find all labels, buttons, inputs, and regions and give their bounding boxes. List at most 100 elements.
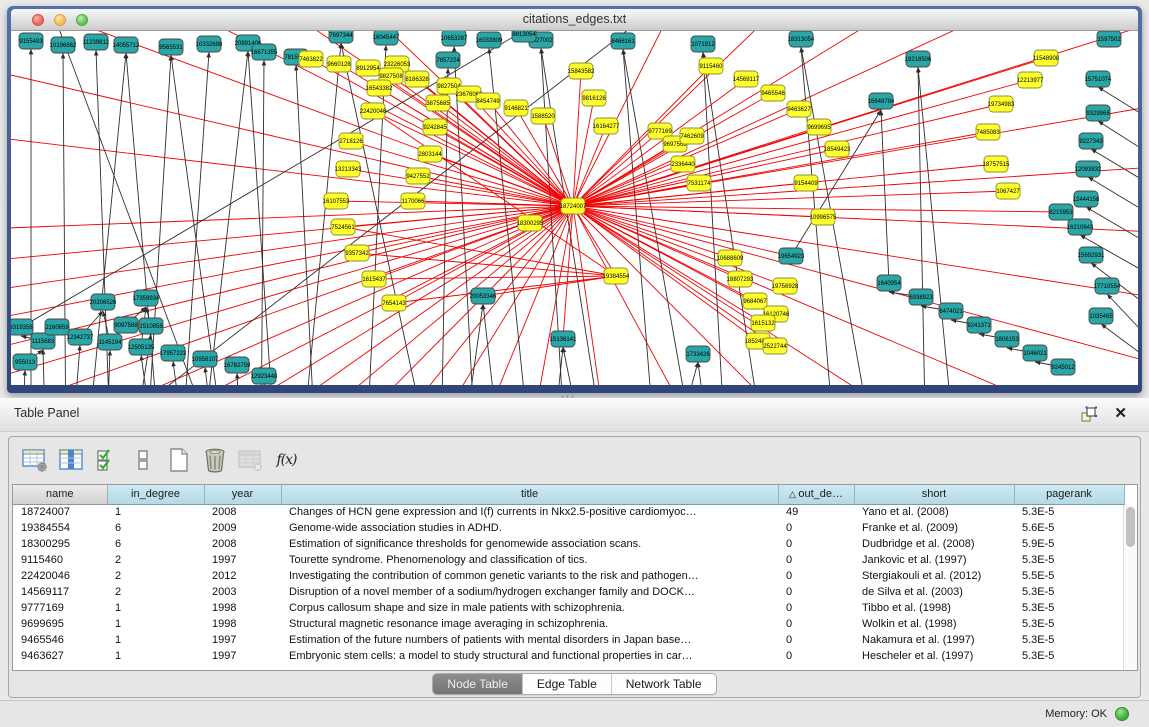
graph-node[interactable]: 9242845 <box>423 119 447 135</box>
graph-node[interactable]: 20053346 <box>470 288 497 304</box>
graph-node[interactable]: 16033809 <box>476 32 503 48</box>
graph-node[interactable]: 16164277 <box>593 118 620 134</box>
graph-node[interactable]: 9097588 <box>114 317 138 333</box>
graph-node[interactable]: 1640954 <box>877 275 901 291</box>
graph-node[interactable]: 17359934 <box>133 290 160 306</box>
graph-node[interactable]: 7462609 <box>680 128 704 144</box>
graph-node[interactable]: 18724007 <box>560 198 587 214</box>
network-canvas[interactable]: 1405571220891406166713557815526106532871… <box>11 31 1138 385</box>
close-panel-icon[interactable]: ✕ <box>1114 404 1127 422</box>
graph-node[interactable]: 7524561 <box>331 219 355 235</box>
graph-node[interactable]: 12923448 <box>251 368 278 384</box>
graph-node[interactable]: 1615437 <box>362 271 386 287</box>
graph-node[interactable]: 9146821 <box>504 100 528 116</box>
graph-node[interactable]: 1615132 <box>751 315 775 331</box>
graph-node[interactable]: 9427552 <box>406 168 430 184</box>
delete-entry-icon[interactable] <box>201 447 228 473</box>
graph-node[interactable]: 7485083 <box>976 124 1000 140</box>
graph-node[interactable]: 1170066 <box>401 193 425 209</box>
graph-node[interactable]: 9465546 <box>761 85 785 101</box>
graph-node[interactable]: 13213343 <box>335 161 362 177</box>
graph-node[interactable]: 14055712 <box>113 37 140 53</box>
graph-node[interactable]: 18300295 <box>517 215 544 231</box>
graph-node[interactable]: 19384554 <box>603 268 630 284</box>
graph-node[interactable]: 19734983 <box>988 96 1015 112</box>
graph-node[interactable]: 9245012 <box>1051 359 1075 375</box>
graph-node[interactable]: 9699695 <box>807 119 831 135</box>
graph-node[interactable]: 10332698 <box>196 36 223 52</box>
column-header-title[interactable]: title <box>281 485 778 504</box>
float-window-icon[interactable] <box>1080 406 1097 423</box>
graph-node[interactable]: 16107553 <box>323 193 350 209</box>
graph-node[interactable]: 18807293 <box>727 271 754 287</box>
graph-node[interactable]: 15843582 <box>568 63 595 79</box>
scrollbar-thumb[interactable] <box>1126 507 1135 547</box>
graph-node[interactable]: 10688609 <box>717 250 744 266</box>
graph-node[interactable]: 20206526 <box>90 294 117 310</box>
tab-network-table[interactable]: Network Table <box>612 674 716 694</box>
column-header-short[interactable]: short <box>854 485 1014 504</box>
graph-node[interactable]: 6474021 <box>939 303 963 319</box>
graph-node[interactable]: 1071912 <box>691 36 715 52</box>
zoom-traffic-light-icon[interactable] <box>76 14 88 26</box>
table-row[interactable]: 1456911722003Disruption of a novel membe… <box>13 584 1124 600</box>
graph-node[interactable]: 2522744 <box>763 338 787 354</box>
column-header-name[interactable]: name <box>13 485 107 504</box>
graph-node[interactable]: 12342737 <box>67 329 94 345</box>
column-header-out_de[interactable]: △ out_de… <box>778 485 854 504</box>
table-settings-icon[interactable] <box>21 447 48 473</box>
table-row[interactable]: 969969511998Structural magnetic resonanc… <box>13 616 1124 632</box>
graph-node[interactable]: 7857224 <box>436 52 460 68</box>
graph-node[interactable]: 9241371 <box>967 317 991 333</box>
graph-node[interactable]: 16782759 <box>224 357 251 373</box>
graph-node[interactable]: 19218506 <box>905 51 932 67</box>
graph-node[interactable]: 19756928 <box>772 278 799 294</box>
graph-node[interactable]: 16045447 <box>373 31 400 45</box>
table-row[interactable]: 1830029562008Estimation of significance … <box>13 536 1124 552</box>
graph-node[interactable]: 18313054 <box>788 31 815 47</box>
table-row[interactable]: 1872400712008Changes of HCN gene express… <box>13 504 1124 520</box>
clear-selection-icon[interactable] <box>129 447 156 473</box>
graph-node[interactable]: 12213977 <box>1017 72 1044 88</box>
graph-node[interactable]: 9684067 <box>743 293 767 309</box>
graph-node[interactable]: 9154409 <box>794 175 818 191</box>
graph-node[interactable]: 19654923 <box>778 248 805 264</box>
graph-node[interactable]: 8813054 <box>512 31 536 42</box>
graph-node[interactable]: 8186328 <box>405 71 429 87</box>
graph-node[interactable]: 1806153 <box>995 331 1019 347</box>
graph-node[interactable]: 17957223 <box>160 345 187 361</box>
graph-node[interactable]: 12093832 <box>1075 161 1102 177</box>
graph-node[interactable]: 15751074 <box>1085 71 1112 87</box>
graph-node[interactable]: 9155493 <box>19 33 43 49</box>
table-row[interactable]: 2242004622012Investigating the contribut… <box>13 568 1124 584</box>
graph-node[interactable]: 9115460 <box>699 58 723 74</box>
graph-node[interactable]: 1067427 <box>996 183 1020 199</box>
graph-node[interactable]: 8454749 <box>476 93 500 109</box>
graph-node[interactable]: 15136141 <box>550 331 577 347</box>
graph-node[interactable]: 16543382 <box>366 80 393 96</box>
graph-node[interactable]: 17710554 <box>1094 278 1121 294</box>
tab-node-table[interactable]: Node Table <box>433 674 523 694</box>
graph-node[interactable]: 7654143 <box>382 295 406 311</box>
graph-node[interactable]: 1733426 <box>686 346 710 362</box>
graph-node[interactable]: 9329966 <box>1086 105 1110 121</box>
graph-node[interactable]: 18757515 <box>983 156 1010 172</box>
graph-node[interactable]: 16648784 <box>868 93 895 109</box>
graph-node[interactable]: 7463822 <box>299 51 323 67</box>
graph-node[interactable]: 12505135 <box>128 339 155 355</box>
graph-node[interactable]: 6938923 <box>909 289 933 305</box>
graph-node[interactable]: 15692931 <box>1078 247 1105 263</box>
graph-node[interactable]: 1046021 <box>1023 345 1047 361</box>
graph-node[interactable]: 1035465 <box>1089 308 1113 324</box>
minimize-traffic-light-icon[interactable] <box>54 14 66 26</box>
select-all-icon[interactable] <box>93 447 120 473</box>
graph-node[interactable]: 10196862 <box>50 37 77 53</box>
graph-node[interactable]: 1145194 <box>98 334 122 350</box>
column-header-year[interactable]: year <box>204 485 281 504</box>
table-row[interactable]: 977716911998Corpus callosum shape and si… <box>13 600 1124 616</box>
table-row[interactable]: 911546021997Tourette syndrome. Phenomeno… <box>13 552 1124 568</box>
graph-node[interactable]: 1588520 <box>531 108 555 124</box>
table-scrollbar[interactable] <box>1123 505 1137 670</box>
graph-node[interactable]: 6466161 <box>611 33 635 49</box>
graph-node[interactable]: 10958107 <box>192 351 219 367</box>
